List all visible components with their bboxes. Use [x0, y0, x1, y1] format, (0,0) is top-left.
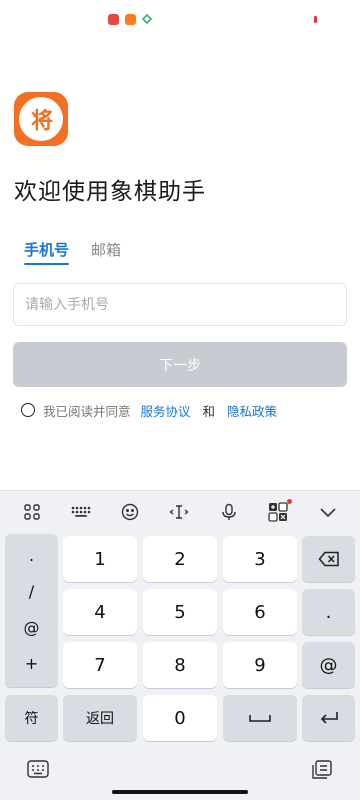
key-0[interactable]: 0 — [143, 695, 217, 741]
key-at[interactable]: @ — [302, 642, 355, 688]
agreement-row: 我已阅读并同意 服务协议 和 隐私政策 — [21, 401, 277, 419]
notification-app-icon — [125, 14, 136, 25]
key-6[interactable]: 6 — [223, 589, 297, 635]
keyboard-dots-icon[interactable] — [70, 501, 92, 523]
backspace-icon — [318, 551, 339, 567]
symbol-list[interactable]: . / @ + — [5, 534, 58, 687]
notification-dot — [287, 499, 292, 504]
active-tab-indicator — [24, 263, 69, 265]
page-title: 欢迎使用象棋助手 — [14, 179, 206, 205]
key-dot[interactable]: . — [302, 589, 355, 635]
key-4[interactable]: 4 — [63, 589, 137, 635]
key-1[interactable]: 1 — [63, 536, 137, 582]
logo-badge: 将 — [19, 97, 63, 141]
back-key[interactable]: 返回 — [63, 695, 137, 741]
symbol-at-key[interactable]: @ — [5, 618, 58, 637]
key-7[interactable]: 7 — [63, 642, 137, 688]
next-button[interactable]: 下一步 — [13, 342, 347, 387]
status-bar — [0, 0, 360, 40]
symbol-slash-key[interactable]: / — [5, 582, 58, 601]
phone-input[interactable] — [13, 283, 347, 326]
key-9[interactable]: 9 — [223, 642, 297, 688]
space-key[interactable] — [223, 695, 297, 741]
keyboard-toolbar — [0, 491, 360, 533]
keyboard-icon[interactable] — [27, 760, 49, 782]
key-5[interactable]: 5 — [143, 589, 217, 635]
app-logo: 将 — [14, 92, 68, 146]
home-indicator[interactable] — [112, 790, 248, 794]
tab-phone[interactable]: 手机号 — [24, 239, 69, 260]
collapse-icon[interactable] — [317, 501, 339, 523]
key-8[interactable]: 8 — [143, 642, 217, 688]
logo-text: 将 — [30, 109, 53, 134]
battery-icon — [314, 16, 317, 23]
agreement-and: 和 — [202, 403, 216, 419]
key-3[interactable]: 3 — [223, 536, 297, 582]
cursor-icon[interactable] — [168, 501, 190, 523]
notification-app-icon — [108, 14, 119, 25]
symbol-dot-key[interactable]: . — [5, 546, 58, 565]
microphone-icon[interactable] — [218, 501, 240, 523]
calculator-icon[interactable] — [267, 499, 292, 523]
key-2[interactable]: 2 — [143, 536, 217, 582]
clipboard-icon[interactable] — [311, 760, 333, 782]
tab-email[interactable]: 邮箱 — [91, 239, 121, 260]
privacy-link[interactable]: 隐私政策 — [227, 401, 277, 420]
enter-key[interactable] — [302, 695, 355, 741]
agreement-prefix: 我已阅读并同意 — [43, 403, 131, 419]
login-page: 将 欢迎使用象棋助手 手机号 邮箱 下一步 我已阅读并同意 服务协议 和 隐私政… — [0, 0, 360, 800]
grid-icon[interactable] — [21, 501, 43, 523]
agreement-checkbox[interactable] — [21, 403, 35, 417]
terms-link[interactable]: 服务协议 — [141, 401, 191, 420]
emoji-icon[interactable] — [119, 501, 141, 523]
space-icon — [249, 715, 271, 722]
backspace-key[interactable] — [302, 536, 355, 582]
notification-app-icon — [142, 14, 152, 24]
symbol-switch-key[interactable]: 符 — [5, 695, 58, 741]
symbol-plus-key[interactable]: + — [5, 654, 58, 673]
enter-icon — [320, 712, 338, 724]
